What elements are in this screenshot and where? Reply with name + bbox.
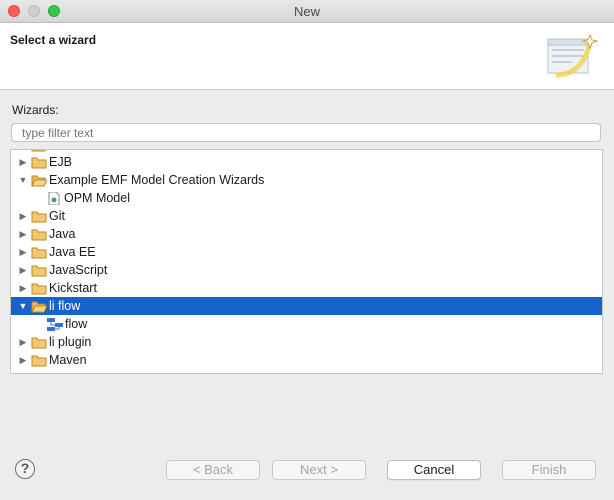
- tree-item-java-ee[interactable]: ▶ Java EE: [11, 243, 602, 261]
- tree-item-opm-model[interactable]: OPM Model: [11, 189, 602, 207]
- expand-arrow-icon[interactable]: ▶: [18, 225, 28, 243]
- next-button[interactable]: Next >: [272, 460, 366, 480]
- folder-icon: [31, 247, 47, 259]
- tree-item-label: Java EE: [49, 245, 96, 259]
- tree-item-label: li plugin: [49, 335, 92, 349]
- wizards-label: Wizards:: [12, 103, 59, 117]
- folder-icon: [31, 157, 47, 169]
- expand-arrow-icon[interactable]: ▶: [18, 153, 28, 171]
- wizard-tree[interactable]: ▶ EJB ▼ Example EMF Model Creation Wizar…: [10, 149, 603, 374]
- folder-open-icon: [31, 175, 47, 187]
- finish-button[interactable]: Finish: [502, 460, 596, 480]
- tree-item-git[interactable]: ▶ Git: [11, 207, 602, 225]
- collapse-arrow-icon[interactable]: ▼: [18, 297, 28, 315]
- title-bar: New: [0, 0, 614, 23]
- folder-icon: [31, 283, 47, 295]
- collapse-arrow-icon[interactable]: ▼: [18, 171, 28, 189]
- expand-arrow-icon[interactable]: ▶: [18, 279, 28, 297]
- wizard-header: Select a wizard: [0, 23, 614, 90]
- new-wizard-dialog: New Select a wizard Wizards: ▶ EJB ▼ Ex: [0, 0, 614, 500]
- folder-icon: [31, 337, 47, 349]
- tree-item-ejb[interactable]: ▶ EJB: [11, 153, 602, 171]
- flow-diagram-icon: [47, 318, 63, 331]
- cancel-button[interactable]: Cancel: [387, 460, 481, 480]
- expand-arrow-icon[interactable]: ▶: [18, 243, 28, 261]
- page-title: Select a wizard: [10, 33, 97, 47]
- tree-item-label: OPM Model: [64, 191, 130, 205]
- tree-item-label: flow: [65, 317, 88, 331]
- expand-arrow-icon[interactable]: ▶: [18, 207, 28, 225]
- folder-icon: [31, 355, 47, 367]
- expand-arrow-icon[interactable]: ▶: [18, 351, 28, 369]
- tree-item-label: EJB: [49, 155, 72, 169]
- tree-item-label: Kickstart: [49, 281, 97, 295]
- window-title: New: [293, 4, 320, 19]
- expand-arrow-icon[interactable]: ▶: [18, 333, 28, 351]
- filter-input[interactable]: [11, 123, 601, 142]
- folder-icon: [31, 265, 47, 277]
- tree-item-label: Java: [49, 227, 76, 241]
- tree-item-maven[interactable]: ▶ Maven: [11, 351, 602, 369]
- tree-item-java[interactable]: ▶ Java: [11, 225, 602, 243]
- folder-icon: [31, 211, 47, 223]
- tree-item-flow[interactable]: flow: [11, 315, 602, 333]
- tree-item-label: li flow: [49, 299, 81, 313]
- back-button[interactable]: < Back: [166, 460, 260, 480]
- tree-item-li-flow[interactable]: ▼ li flow: [11, 297, 602, 315]
- folder-icon: [31, 229, 47, 241]
- tree-item-label: Maven: [49, 353, 87, 367]
- folder-open-icon: [31, 301, 47, 313]
- emf-model-file-icon: [48, 192, 60, 205]
- tree-item-label: Example EMF Model Creation Wizards: [49, 173, 265, 187]
- tree-item-kickstart[interactable]: ▶ Kickstart: [11, 279, 602, 297]
- tree-item-javascript[interactable]: ▶ JavaScript: [11, 261, 602, 279]
- tree-item-example-emf[interactable]: ▼ Example EMF Model Creation Wizards: [11, 171, 602, 189]
- expand-arrow-icon[interactable]: ▶: [18, 261, 28, 279]
- wizard-banner-icon: [547, 33, 599, 78]
- help-button[interactable]: ?: [15, 459, 35, 479]
- tree-item-label: JavaScript: [49, 263, 108, 277]
- tree-item-li-plugin[interactable]: ▶ li plugin: [11, 333, 602, 351]
- tree-item-label: Git: [49, 209, 65, 223]
